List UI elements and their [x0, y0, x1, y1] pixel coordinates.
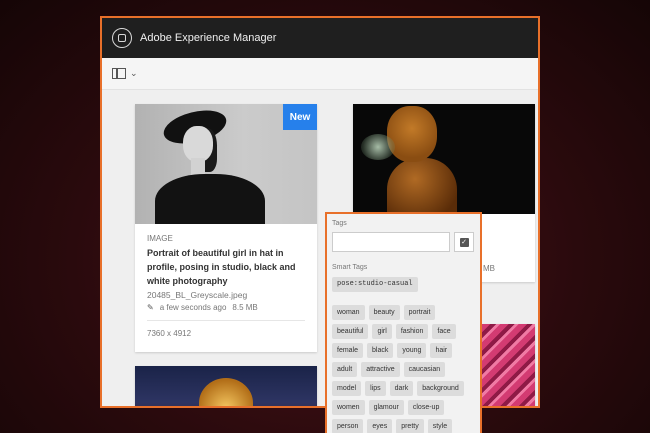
pencil-icon: ✎: [147, 303, 154, 312]
smart-tag[interactable]: black: [367, 343, 394, 358]
smart-tag[interactable]: woman: [332, 305, 365, 320]
smart-tag[interactable]: person: [332, 419, 364, 433]
smart-tag[interactable]: girl: [372, 324, 392, 339]
smart-tag[interactable]: beautiful: [332, 324, 369, 339]
smart-tag[interactable]: attractive: [361, 362, 400, 377]
asset-thumbnail[interactable]: [353, 104, 535, 214]
smart-tag[interactable]: hair: [430, 343, 453, 358]
smart-tag[interactable]: beauty: [368, 305, 400, 320]
chevron-down-icon[interactable]: ⌄: [130, 68, 138, 79]
smart-tags-list: pose:studio-casual woman beauty portrait bea…: [332, 277, 475, 433]
asset-card[interactable]: [135, 366, 317, 406]
checkbox-icon[interactable]: ✓: [454, 232, 474, 252]
smart-tag[interactable]: portrait: [403, 305, 436, 320]
asset-card[interactable]: [482, 324, 535, 406]
asset-size: MB: [483, 264, 495, 273]
smart-tag[interactable]: background: [417, 381, 464, 396]
asset-filename: 20485_BL_Greyscale.jpeg: [147, 290, 248, 300]
smart-tag[interactable]: fashion: [395, 324, 429, 339]
smart-tag[interactable]: young: [397, 343, 427, 358]
asset-thumbnail[interactable]: [135, 366, 317, 406]
aem-logo-icon[interactable]: [112, 28, 132, 48]
asset-card[interactable]: New IMAGE Portrait of beautiful girl in …: [135, 104, 317, 352]
smart-tags-label: Smart Tags: [332, 264, 368, 271]
asset-thumbnail[interactable]: [482, 324, 535, 406]
asset-type: IMAGE: [147, 234, 173, 243]
smart-tag[interactable]: eyes: [367, 419, 393, 433]
smart-tag[interactable]: adult: [332, 362, 358, 377]
asset-meta: ✎ a few seconds ago 8.5 MB: [147, 303, 305, 312]
asset-thumbnail[interactable]: New: [135, 104, 317, 224]
app-title: Adobe Experience Manager: [140, 32, 277, 44]
smart-tag[interactable]: close-up: [407, 400, 445, 415]
smart-tag[interactable]: style: [427, 419, 453, 433]
smart-tag[interactable]: pretty: [396, 419, 424, 433]
tags-input[interactable]: [332, 232, 450, 252]
smart-tag[interactable]: dark: [389, 381, 414, 396]
tags-label: Tags: [332, 220, 347, 227]
tags-panel: Tags ✓ Smart Tags pose:studio-casual woma…: [325, 212, 482, 433]
smart-tag[interactable]: pose:studio-casual: [332, 277, 418, 292]
asset-title: Portrait of beautiful girl in hat in pro…: [147, 248, 296, 286]
smart-tag[interactable]: caucasian: [403, 362, 446, 377]
smart-tag[interactable]: glamour: [368, 400, 404, 415]
smart-tag[interactable]: face: [432, 324, 456, 339]
smart-tag[interactable]: women: [332, 400, 365, 415]
top-bar: Adobe Experience Manager: [102, 18, 538, 58]
rail-toggle-icon[interactable]: [112, 68, 126, 79]
smart-tag[interactable]: lips: [365, 381, 386, 396]
smart-tag[interactable]: model: [332, 381, 362, 396]
divider: [147, 320, 305, 321]
toolbar: ⌄: [102, 58, 538, 90]
smart-tag[interactable]: female: [332, 343, 364, 358]
asset-modified: a few seconds ago: [159, 303, 227, 312]
new-badge: New: [283, 104, 317, 130]
asset-size: 8.5 MB: [232, 303, 258, 312]
asset-dimensions: 7360 x 4912: [147, 329, 192, 338]
